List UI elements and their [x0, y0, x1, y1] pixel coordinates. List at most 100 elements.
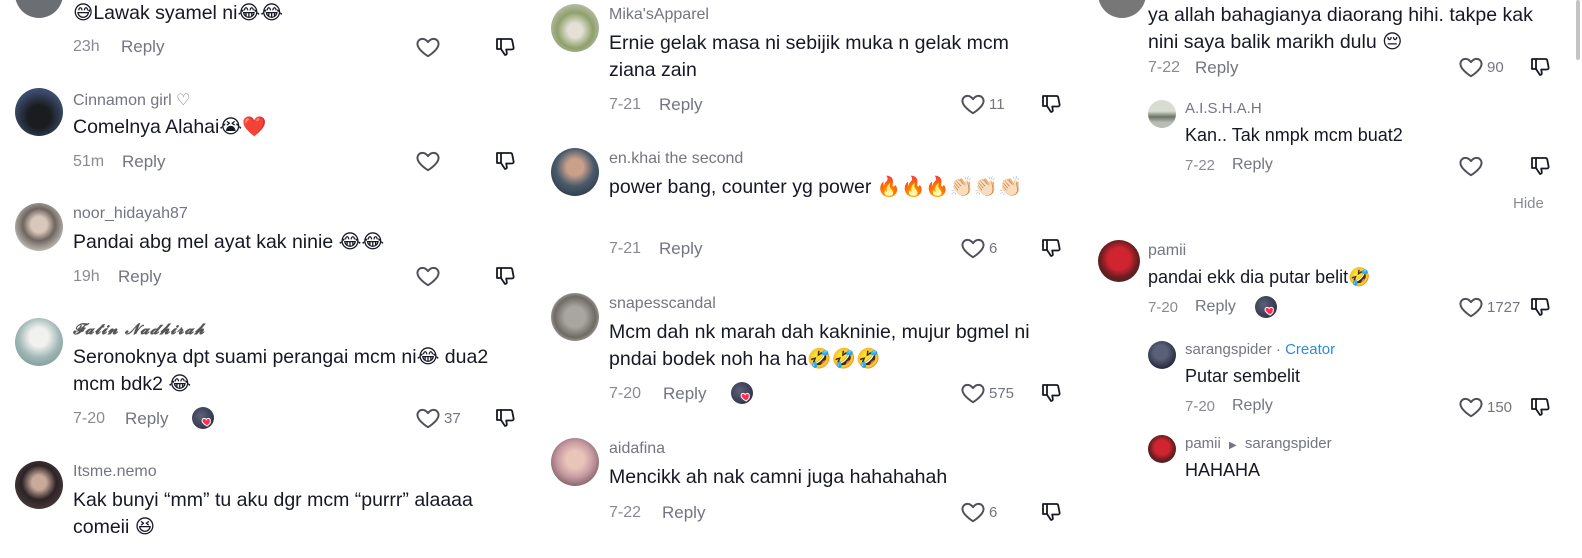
comment-username[interactable]: aidafina	[609, 440, 665, 458]
comment-username[interactable]: snapesscandal	[609, 295, 716, 313]
like-count: 575	[989, 384, 1015, 402]
comment-text: ya allah bahagianya diaorang hihi. takpe…	[1148, 4, 1533, 53]
comment-username[interactable]: Mika'sApparel	[609, 6, 709, 24]
like-button[interactable]: 37	[415, 405, 461, 431]
thumbs-down-icon[interactable]	[1528, 55, 1552, 79]
avatar[interactable]	[1148, 435, 1176, 463]
comment-text: Kan.. Tak nmpk mcm buat2	[1185, 125, 1403, 145]
comment-column-3: ya allah bahagianya diaorang hihi. takpe…	[1098, 0, 1568, 558]
avatar[interactable]	[15, 203, 63, 251]
comment-item: Itsme.nemo Kak bunyi “mm” tu aku dgr mcm…	[15, 461, 525, 558]
reply-button[interactable]: Reply	[659, 239, 702, 259]
avatar[interactable]	[1098, 0, 1146, 18]
reply-button[interactable]: Reply	[1232, 156, 1273, 174]
comment-text: Mcm dah nk marah dah kakninie, mujur bgm…	[609, 321, 1030, 370]
thumbs-down-icon[interactable]	[1039, 500, 1063, 524]
like-button[interactable]	[1458, 153, 1484, 179]
thumbs-down-icon[interactable]	[1528, 295, 1552, 319]
thumbs-down-icon[interactable]	[493, 149, 517, 173]
thumbs-down-icon[interactable]	[1528, 395, 1552, 419]
creator-liked-avatar-icon	[1255, 296, 1277, 318]
creator-liked-avatar-icon	[731, 382, 753, 404]
comment-time: 7-22	[609, 504, 642, 521]
comment-time: 7-20	[73, 410, 106, 427]
like-button[interactable]: 11	[960, 91, 1005, 117]
like-button[interactable]	[415, 34, 441, 60]
avatar[interactable]	[551, 438, 599, 486]
thumbs-down-icon[interactable]	[1039, 381, 1063, 405]
thumbs-down-icon[interactable]	[1528, 154, 1552, 178]
reply-button[interactable]: Reply	[1232, 397, 1273, 415]
reply-button[interactable]: Reply	[1195, 298, 1236, 316]
reply-button[interactable]: Reply	[122, 152, 165, 172]
avatar[interactable]	[15, 88, 63, 136]
comment-username[interactable]: Itsme.nemo	[73, 463, 157, 481]
comment-username[interactable]: en.khai the second	[609, 150, 743, 168]
avatar[interactable]	[1098, 240, 1140, 282]
thumbs-down-icon[interactable]	[1039, 236, 1063, 260]
comment-item: noor_hidayah87 Pandai abg mel ayat kak n…	[15, 203, 525, 303]
reply-button[interactable]: Reply	[659, 95, 702, 115]
comment-item: aidafina Mencikk ah nak camni juga hahah…	[551, 438, 1071, 538]
scrollbar[interactable]	[1576, 0, 1580, 60]
comment-time: 7-21	[609, 240, 642, 257]
comment-time: 23h	[73, 38, 100, 55]
avatar[interactable]	[15, 0, 63, 18]
reply-item: sarangspider · Creator Putar sembelit 7-…	[1098, 341, 1568, 421]
thumbs-down-icon[interactable]	[493, 264, 517, 288]
avatar[interactable]	[15, 318, 63, 366]
thumbs-down-icon[interactable]	[493, 35, 517, 59]
comment-username[interactable]: pamii ▶ sarangspider	[1185, 435, 1332, 452]
like-button[interactable]: 90	[1458, 54, 1504, 80]
avatar[interactable]	[551, 148, 599, 196]
reply-button[interactable]: Reply	[663, 384, 706, 404]
creator-badge: Creator	[1285, 341, 1336, 358]
reply-button[interactable]: Reply	[662, 503, 705, 523]
like-button[interactable]: 575	[960, 380, 1014, 406]
like-button[interactable]: 150	[1458, 394, 1512, 420]
creator-username[interactable]: sarangspider	[1185, 341, 1272, 358]
comment-item: Mika'sApparel Ernie gelak masa ni sebiji…	[551, 4, 1071, 124]
reply-button[interactable]: Reply	[1195, 58, 1238, 78]
avatar[interactable]	[1148, 341, 1176, 369]
comment-username[interactable]: pamii	[1148, 242, 1186, 260]
creator-liked-avatar-icon	[192, 407, 214, 429]
hide-replies-button[interactable]: Hide	[1513, 195, 1544, 212]
comment-username[interactable]: A.I.S.H.A.H	[1185, 100, 1262, 117]
like-button[interactable]	[415, 263, 441, 289]
comment-text: Comelnya Alahai😭❤️	[73, 116, 267, 138]
like-count: 11	[989, 95, 1005, 113]
heart-outline-icon	[1458, 153, 1484, 179]
reply-button[interactable]: Reply	[121, 37, 164, 57]
like-button[interactable]: 6	[960, 499, 997, 525]
avatar[interactable]	[1148, 100, 1176, 128]
reply-item: A.I.S.H.A.H Kan.. Tak nmpk mcm buat2 7-2…	[1098, 100, 1568, 180]
comment-time: 7-20	[1185, 398, 1216, 415]
heart-outline-icon	[1458, 394, 1484, 420]
like-button[interactable]: 1727	[1458, 294, 1520, 320]
comment-text: Putar sembelit	[1185, 366, 1301, 386]
reply-button[interactable]: Reply	[118, 267, 161, 287]
comment-text: 😅Lawak syamel ni😂😂	[73, 2, 284, 24]
like-count: 90	[1487, 58, 1504, 76]
reply-button[interactable]: Reply	[125, 409, 168, 429]
comment-username[interactable]: sarangspider · Creator	[1185, 341, 1335, 358]
avatar[interactable]	[551, 293, 599, 341]
comment-username[interactable]: noor_hidayah87	[73, 205, 188, 223]
comment-text: Seronoknya dpt suami perangai mcm ni😂 du…	[73, 346, 489, 395]
like-button[interactable]: 6	[960, 235, 997, 261]
reply-target[interactable]: sarangspider	[1245, 435, 1332, 452]
comment-text: Kak bunyi “mm” tu aku dgr mcm “purrr” al…	[73, 489, 473, 538]
avatar[interactable]	[15, 461, 63, 509]
comment-username[interactable]: Cinnamon girl ♡	[73, 90, 191, 110]
avatar[interactable]	[551, 4, 599, 52]
comment-username[interactable]: 𝓕𝓪𝓽𝓲𝓷 𝓝𝓪𝓭𝓱𝓲𝓻𝓪𝓱	[73, 320, 205, 338]
heart-outline-icon	[960, 499, 986, 525]
thumbs-down-icon[interactable]	[1039, 92, 1063, 116]
comment-time: 7-20	[1148, 299, 1179, 316]
reply-author[interactable]: pamii	[1185, 435, 1221, 452]
thumbs-down-icon[interactable]	[493, 406, 517, 430]
like-button[interactable]	[415, 148, 441, 174]
heart-outline-icon	[1458, 54, 1484, 80]
heart-outline-icon	[415, 405, 441, 431]
